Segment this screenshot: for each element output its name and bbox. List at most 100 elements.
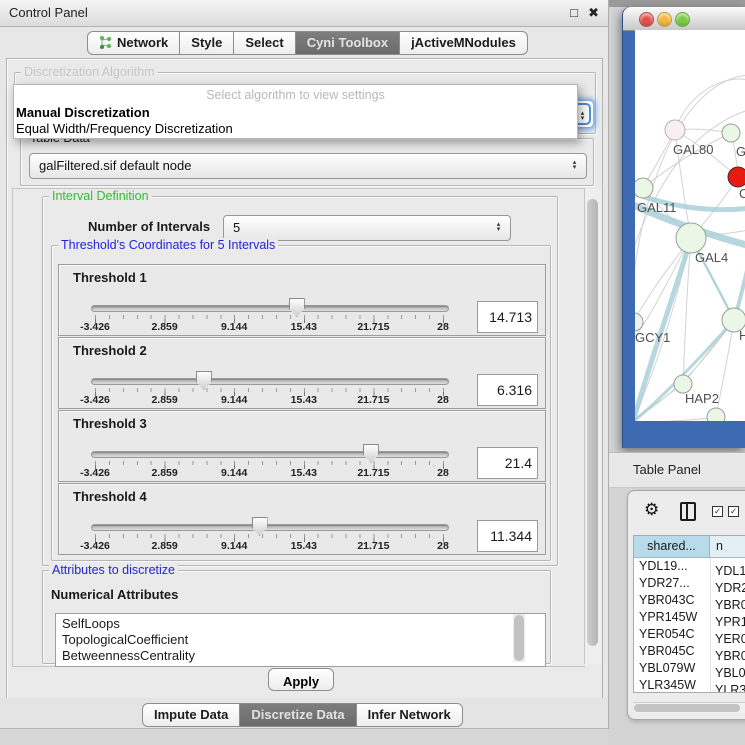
tab-infer-network-label: Infer Network bbox=[368, 707, 451, 722]
table-data-group: Table Data galFiltered.sif default node bbox=[20, 138, 594, 186]
number-of-intervals-value: 5 bbox=[233, 216, 240, 240]
table-data-dropdown[interactable]: galFiltered.sif default node bbox=[29, 153, 587, 179]
table-panel-header: Table Panel bbox=[608, 452, 745, 488]
network-node-gal11[interactable] bbox=[635, 178, 653, 198]
network-node[interactable] bbox=[707, 408, 725, 421]
cell-shared-name[interactable]: YBL079W bbox=[634, 660, 710, 677]
threshold-1-value[interactable]: 14.713 bbox=[477, 301, 538, 333]
number-of-intervals-label: Number of Intervals bbox=[88, 215, 210, 239]
cell-shared-name[interactable]: YPR145W bbox=[634, 609, 710, 626]
checkbox-icon[interactable] bbox=[728, 506, 739, 517]
table-rows[interactable]: YDL19...YDL1YDR27...YDR2YBR043CYBR0YPR14… bbox=[634, 558, 745, 692]
numerical-attributes-label: Numerical Attributes bbox=[51, 587, 178, 602]
tab-network[interactable]: Network bbox=[87, 31, 180, 55]
horizontal-scrollbar[interactable] bbox=[633, 702, 745, 714]
tab-cyni-toolbox[interactable]: Cyni Toolbox bbox=[296, 31, 400, 55]
tab-select-label: Select bbox=[245, 35, 283, 50]
cell-shared-name[interactable]: YBR043C bbox=[634, 592, 710, 609]
minimize-traffic-light[interactable] bbox=[657, 12, 672, 27]
table-row[interactable]: YBR043CYBR0 bbox=[634, 592, 745, 609]
tick-label: 9.144 bbox=[221, 394, 247, 406]
tick-label: 2.859 bbox=[151, 321, 177, 333]
close-panel-icon[interactable]: ✖ bbox=[588, 0, 599, 26]
attributes-scrollbar[interactable] bbox=[513, 614, 525, 662]
cell-shared-name[interactable]: YER054C bbox=[634, 626, 710, 643]
horizontal-scrollbar-thumb[interactable] bbox=[634, 704, 740, 712]
tab-style[interactable]: Style bbox=[180, 31, 234, 55]
threshold-2-label: Threshold 2 bbox=[73, 343, 147, 358]
network-canvas[interactable]: GAL80GACGAL11GAL4GCY1HHAP2 bbox=[635, 30, 745, 421]
tab-impute-data[interactable]: Impute Data bbox=[142, 703, 240, 727]
float-window-icon[interactable]: □ bbox=[570, 0, 578, 26]
column-header-name[interactable]: n bbox=[710, 536, 745, 558]
slider-scale: -3.4262.8599.14415.4321.71528 bbox=[95, 321, 443, 333]
tab-jactivemnodules[interactable]: jActiveMNodules bbox=[400, 31, 528, 55]
tab-discretize-data[interactable]: Discretize Data bbox=[240, 703, 356, 727]
tab-impute-data-label: Impute Data bbox=[154, 707, 228, 722]
network-node-ga[interactable] bbox=[722, 124, 740, 142]
apply-button[interactable]: Apply bbox=[268, 668, 334, 691]
tick-label: -3.426 bbox=[80, 467, 110, 479]
table-row[interactable]: YDL19...YDL1 bbox=[634, 558, 745, 575]
algorithm-placeholder-option[interactable]: Select algorithm to view settings bbox=[14, 88, 577, 102]
threshold-1-panel: Threshold 1 -3.4262.8599.14415.4321.7152… bbox=[58, 264, 546, 336]
zoom-traffic-light[interactable] bbox=[675, 12, 690, 27]
cell-name[interactable]: YLR3 bbox=[710, 682, 745, 692]
network-nodes[interactable]: GAL80GACGAL11GAL4GCY1HHAP2 bbox=[635, 120, 745, 421]
vertical-scrollbar[interactable] bbox=[584, 189, 601, 664]
column-header-shared-name[interactable]: shared... bbox=[634, 536, 710, 558]
threshold-2-value[interactable]: 6.316 bbox=[477, 374, 538, 406]
attribute-item[interactable]: SelfLoops bbox=[62, 616, 545, 632]
gear-icon[interactable]: ⚙ bbox=[644, 500, 659, 520]
table-panel-window: ⚙ shared... n YDL19...YDL1YDR27...YDR2YB… bbox=[627, 490, 745, 720]
threshold-1-slider[interactable] bbox=[91, 305, 449, 312]
close-traffic-light[interactable] bbox=[639, 12, 654, 27]
option-equal-width-frequency[interactable]: Equal Width/Frequency Discretization bbox=[16, 121, 575, 137]
network-window-titlebar[interactable] bbox=[623, 7, 745, 31]
dropdown-arrows-icon bbox=[570, 156, 579, 176]
option-manual-discretization[interactable]: Manual Discretization bbox=[16, 105, 575, 121]
table-row[interactable]: YBL079WYBL0 bbox=[634, 660, 745, 677]
checkbox-icon[interactable] bbox=[712, 506, 723, 517]
threshold-4-value[interactable]: 11.344 bbox=[477, 520, 538, 552]
slider-scale: -3.4262.8599.14415.4321.71528 bbox=[95, 467, 443, 479]
cell-shared-name[interactable]: YBR045C bbox=[634, 643, 710, 660]
tick-label: 2.859 bbox=[151, 540, 177, 552]
tick-label: 15.43 bbox=[291, 321, 317, 333]
network-node-c[interactable] bbox=[728, 167, 745, 187]
table-row[interactable]: YLR345WYLR3 bbox=[634, 677, 745, 692]
tick-label: 9.144 bbox=[221, 321, 247, 333]
node-label: GAL11 bbox=[637, 200, 677, 215]
cell-shared-name[interactable]: YDR27... bbox=[634, 575, 710, 592]
attributes-scrollbar-thumb[interactable] bbox=[514, 615, 524, 661]
tick-label: 2.859 bbox=[151, 467, 177, 479]
tab-select[interactable]: Select bbox=[234, 31, 295, 55]
tick-label: 21.715 bbox=[357, 321, 389, 333]
cell-shared-name[interactable]: YDL19... bbox=[634, 558, 710, 575]
attribute-item[interactable]: TopologicalCoefficient bbox=[62, 632, 545, 648]
cell-shared-name[interactable]: YLR345W bbox=[634, 677, 710, 692]
tick-label: -3.426 bbox=[80, 321, 110, 333]
node-table[interactable]: shared... n YDL19...YDL1YDR27...YDR2YBR0… bbox=[633, 535, 745, 693]
network-node-gal80[interactable] bbox=[665, 120, 685, 140]
attribute-item[interactable]: BetweennessCentrality bbox=[62, 648, 545, 664]
column-layout-icon[interactable] bbox=[680, 502, 696, 521]
network-node-gcy1[interactable] bbox=[635, 313, 643, 331]
threshold-2-slider[interactable] bbox=[91, 378, 449, 385]
tick-label: 15.43 bbox=[291, 394, 317, 406]
tab-infer-network[interactable]: Infer Network bbox=[357, 703, 463, 727]
table-row[interactable]: YER054CYER0 bbox=[634, 626, 745, 643]
slider-ticks bbox=[95, 388, 444, 392]
tab-discretize-data-label: Discretize Data bbox=[251, 707, 344, 722]
table-row[interactable]: YPR145WYPR1 bbox=[634, 609, 745, 626]
numerical-attributes-list[interactable]: SelfLoopsTopologicalCoefficientBetweenne… bbox=[55, 613, 546, 667]
table-row[interactable]: YDR27...YDR2 bbox=[634, 575, 745, 592]
network-node-gal4[interactable] bbox=[676, 223, 706, 253]
tick-label: 2.859 bbox=[151, 394, 177, 406]
threshold-3-value[interactable]: 21.4 bbox=[477, 447, 538, 479]
vertical-scrollbar-thumb[interactable] bbox=[587, 199, 598, 646]
threshold-3-slider[interactable] bbox=[91, 451, 449, 458]
threshold-4-slider[interactable] bbox=[91, 524, 449, 531]
slider-ticks bbox=[95, 461, 444, 465]
table-row[interactable]: YBR045CYBR0 bbox=[634, 643, 745, 660]
